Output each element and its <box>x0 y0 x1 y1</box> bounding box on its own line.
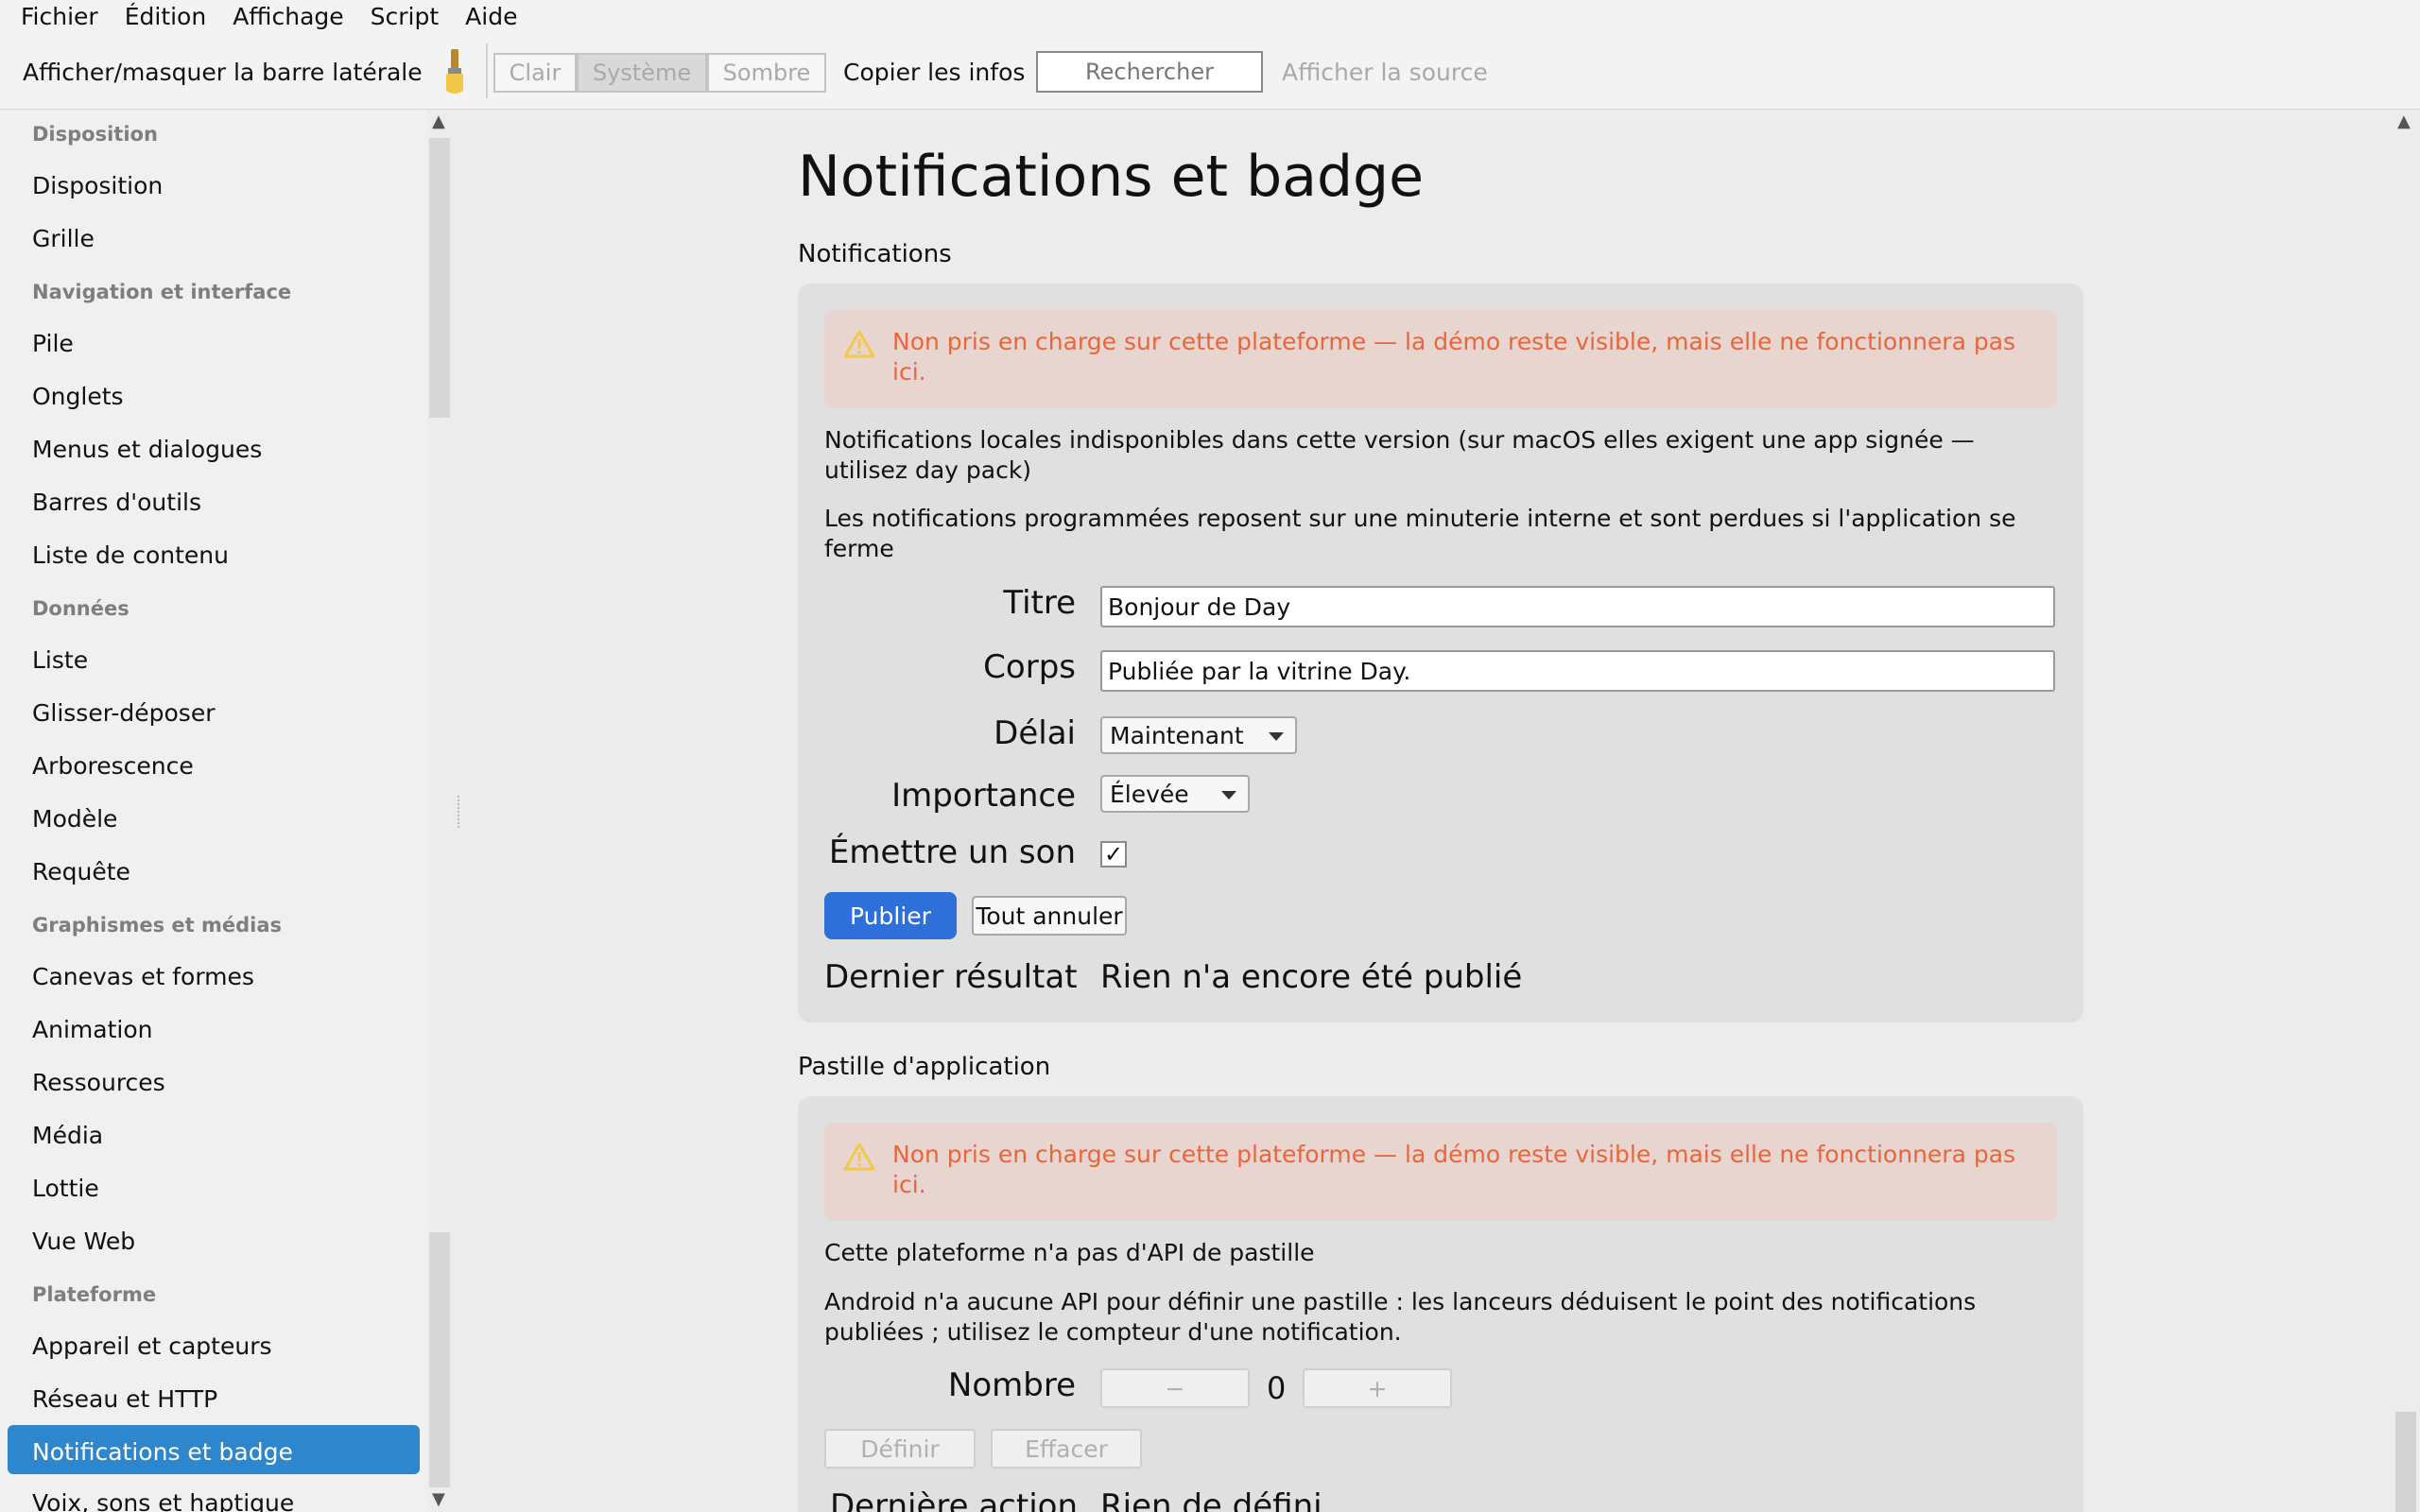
sidebar-item-lottie[interactable]: Lottie <box>32 1175 99 1202</box>
importance-select[interactable]: Élevée <box>1100 775 1250 813</box>
corps-label: Corps <box>983 648 1076 686</box>
son-label: Émettre un son <box>828 833 1076 871</box>
sidebar-item-grille[interactable]: Grille <box>32 225 95 252</box>
theme-systeme-button[interactable]: Système <box>577 53 707 93</box>
sidebar-item-disposition[interactable]: Disposition <box>32 172 163 199</box>
toolbar-separator <box>486 43 488 98</box>
last-result-value: Rien n'a encore été publié <box>1100 958 1523 996</box>
scroll-up-icon[interactable]: ▲ <box>432 112 445 131</box>
corps-input[interactable]: Publiée par la vitrine Day. <box>1100 650 2055 692</box>
sidebar-item-menus[interactable]: Menus et dialogues <box>32 436 262 463</box>
badge-warning-text: Non pris en charge sur cette plateforme … <box>892 1141 2016 1198</box>
splitter-handle[interactable] <box>458 796 459 828</box>
badge-note-2: Android n'a aucune API pour définir une … <box>824 1288 1977 1346</box>
section-title-notifications: Notifications <box>798 240 952 268</box>
notifications-note-2: Les notifications programmées reposent s… <box>824 505 2016 562</box>
view-source-button[interactable]: Afficher la source <box>1282 59 1488 86</box>
sidebar-scroll-track-segment <box>429 1232 450 1487</box>
sidebar-item-pile[interactable]: Pile <box>32 330 74 357</box>
sidebar-item-barres-outils[interactable]: Barres d'outils <box>32 489 201 516</box>
sidebar-header-disposition: Disposition <box>32 123 158 146</box>
menu-bar: Fichier Édition Affichage Script Aide <box>0 0 2420 32</box>
sidebar-item-onglets[interactable]: Onglets <box>32 383 124 410</box>
chevron-down-icon <box>1269 732 1284 741</box>
count-value: 0 <box>1267 1370 1287 1406</box>
warning-text: Non pris en charge sur cette plateforme … <box>892 328 2016 386</box>
sidebar-item-media[interactable]: Média <box>32 1122 103 1149</box>
importance-label: Importance <box>891 777 1076 815</box>
delai-value: Maintenant <box>1110 721 1244 749</box>
sidebar-header-plateforme: Plateforme <box>32 1283 157 1306</box>
importance-value: Élevée <box>1110 780 1189 808</box>
titre-label: Titre <box>1003 584 1076 622</box>
toolbar: Afficher/masquer la barre latérale Clair… <box>0 32 2420 110</box>
sidebar-header-navigation: Navigation et interface <box>32 281 292 303</box>
son-checkbox[interactable]: ✓ <box>1100 841 1127 868</box>
main-scroll-thumb[interactable] <box>2395 1412 2416 1512</box>
sidebar-header-donnees: Données <box>32 597 130 620</box>
notifications-note-1: Notifications locales indisponibles dans… <box>824 426 1975 484</box>
main-scrollbar[interactable]: ▲ <box>2392 110 2420 1512</box>
sidebar-item-notifications[interactable]: Notifications et badge <box>32 1438 293 1466</box>
sidebar-item-animation[interactable]: Animation <box>32 1016 152 1043</box>
menu-edition[interactable]: Édition <box>112 3 220 30</box>
sidebar-item-reseau[interactable]: Réseau et HTTP <box>32 1385 217 1413</box>
increment-button[interactable]: + <box>1303 1368 1452 1408</box>
clear-badge-button[interactable]: Effacer <box>991 1429 1142 1469</box>
sidebar-item-ressources[interactable]: Ressources <box>32 1069 165 1096</box>
set-badge-button[interactable]: Définir <box>824 1429 976 1469</box>
sidebar-item-voix[interactable]: Voix, sons et haptique <box>32 1489 294 1512</box>
search-input[interactable]: Rechercher <box>1036 51 1263 93</box>
sidebar-item-vue-web[interactable]: Vue Web <box>32 1228 135 1255</box>
titre-input[interactable]: Bonjour de Day <box>1100 586 2055 627</box>
delai-select[interactable]: Maintenant <box>1100 716 1297 754</box>
menu-affichage[interactable]: Affichage <box>219 3 356 30</box>
menu-fichier[interactable]: Fichier <box>8 3 112 30</box>
copy-info-button[interactable]: Copier les infos <box>843 59 1025 86</box>
scroll-down-icon[interactable]: ▼ <box>432 1489 445 1509</box>
sidebar-item-liste[interactable]: Liste <box>32 646 88 674</box>
last-action-value: Rien de défini <box>1100 1487 1322 1512</box>
cancel-all-button[interactable]: Tout annuler <box>972 896 1127 936</box>
warning-icon <box>843 330 875 358</box>
menu-script[interactable]: Script <box>357 3 453 30</box>
menu-aide[interactable]: Aide <box>452 3 530 30</box>
page-title: Notifications et badge <box>798 144 1425 210</box>
theme-sombre-button[interactable]: Sombre <box>707 53 826 93</box>
badge-unsupported-warning: Non pris en charge sur cette plateforme … <box>824 1123 2057 1221</box>
decrement-button[interactable]: − <box>1100 1368 1250 1408</box>
last-result-label: Dernier résultat <box>824 958 1078 996</box>
sidebar-header-graphismes: Graphismes et médias <box>32 914 282 936</box>
sidebar-scroll-thumb[interactable] <box>429 138 450 418</box>
unsupported-warning: Non pris en charge sur cette plateforme … <box>824 310 2057 408</box>
section-title-badge: Pastille d'application <box>798 1053 1051 1081</box>
sidebar: Disposition Disposition Grille Navigatio… <box>0 110 427 1512</box>
sidebar-item-modele[interactable]: Modèle <box>32 805 117 833</box>
count-label: Nombre <box>947 1366 1076 1404</box>
sidebar-item-requete[interactable]: Requête <box>32 858 130 885</box>
warning-icon <box>843 1143 875 1171</box>
sidebar-item-canevas[interactable]: Canevas et formes <box>32 963 254 990</box>
publish-button[interactable]: Publier <box>824 892 957 939</box>
sidebar-item-glisser-deposer[interactable]: Glisser-déposer <box>32 699 216 727</box>
delai-label: Délai <box>994 714 1076 752</box>
sidebar-item-appareil[interactable]: Appareil et capteurs <box>32 1332 272 1360</box>
toggle-sidebar-button[interactable]: Afficher/masquer la barre latérale <box>23 59 423 86</box>
chevron-down-icon <box>1221 791 1236 799</box>
badge-note-1: Cette plateforme n'a pas d'API de pastil… <box>824 1239 1315 1266</box>
brush-icon[interactable] <box>439 47 471 96</box>
sidebar-item-arborescence[interactable]: Arborescence <box>32 752 194 780</box>
scroll-up-icon[interactable]: ▲ <box>2397 112 2411 131</box>
sidebar-item-liste-contenu[interactable]: Liste de contenu <box>32 541 229 569</box>
last-action-label: Dernière action <box>830 1487 1079 1512</box>
theme-clair-button[interactable]: Clair <box>493 53 577 93</box>
sidebar-scrollbar[interactable]: ▲ ▼ <box>427 110 452 1512</box>
